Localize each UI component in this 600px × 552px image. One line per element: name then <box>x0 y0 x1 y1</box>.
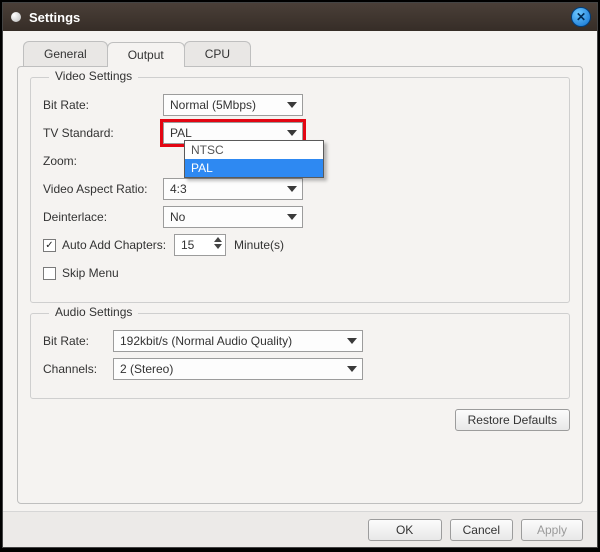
ok-button[interactable]: OK <box>368 519 442 541</box>
label-zoom: Zoom: <box>43 154 163 168</box>
row-bitrate: Bit Rate: Normal (5Mbps) <box>43 94 557 116</box>
spinner-value: 15 <box>181 238 194 252</box>
label-audio-bitrate: Bit Rate: <box>43 334 113 348</box>
tab-bar: General Output CPU <box>23 41 583 66</box>
tab-general[interactable]: General <box>23 41 108 66</box>
label-channels: Channels: <box>43 362 113 376</box>
chevron-down-icon <box>287 214 297 220</box>
select-deinterlace[interactable]: No <box>163 206 303 228</box>
select-tvstd-value: PAL <box>170 126 192 140</box>
select-audio-bitrate[interactable]: 192kbit/s (Normal Audio Quality) <box>113 330 363 352</box>
dialog-footer: OK Cancel Apply <box>3 511 597 547</box>
chevron-down-icon <box>347 338 357 344</box>
select-aspect[interactable]: 4:3 <box>163 178 303 200</box>
select-aspect-value: 4:3 <box>170 182 187 196</box>
label-tvstd: TV Standard: <box>43 126 163 140</box>
row-autochapters: ✓ Auto Add Chapters: 15 Minute(s) <box>43 234 557 256</box>
apply-button[interactable]: Apply <box>521 519 583 541</box>
label-skipmenu: Skip Menu <box>62 266 119 280</box>
close-icon: ✕ <box>576 10 586 24</box>
select-audio-bitrate-value: 192kbit/s (Normal Audio Quality) <box>120 334 292 348</box>
checkbox-auto-chapters[interactable]: ✓ <box>43 239 56 252</box>
row-deinterlace: Deinterlace: No <box>43 206 557 228</box>
restore-defaults-button[interactable]: Restore Defaults <box>455 409 570 431</box>
chevron-down-icon <box>347 366 357 372</box>
row-aspect: Video Aspect Ratio: 4:3 <box>43 178 557 200</box>
label-minutes: Minute(s) <box>234 238 284 252</box>
chevron-up-icon <box>214 237 222 242</box>
tab-output[interactable]: Output <box>107 42 185 67</box>
select-deinterlace-value: No <box>170 210 185 224</box>
titlebar: Settings ✕ <box>3 3 597 31</box>
audio-settings-group: Audio Settings Bit Rate: 192kbit/s (Norm… <box>30 313 570 399</box>
restore-defaults-row: Restore Defaults <box>30 409 570 431</box>
app-icon <box>11 12 21 22</box>
tab-cpu[interactable]: CPU <box>184 41 251 66</box>
video-settings-group: Video Settings Bit Rate: Normal (5Mbps) … <box>30 77 570 303</box>
window-title: Settings <box>29 10 571 25</box>
label-bitrate: Bit Rate: <box>43 98 163 112</box>
chevron-down-icon <box>287 130 297 136</box>
select-channels-value: 2 (Stereo) <box>120 362 173 376</box>
content-area: General Output CPU Video Settings Bit Ra… <box>3 31 597 511</box>
select-bitrate-value: Normal (5Mbps) <box>170 98 256 112</box>
chevron-down-icon <box>214 244 222 249</box>
cancel-button[interactable]: Cancel <box>450 519 513 541</box>
checkbox-skip-menu[interactable] <box>43 267 56 280</box>
chevron-down-icon <box>287 102 297 108</box>
settings-window: Settings ✕ General Output CPU Video Sett… <box>2 2 598 548</box>
spinner-chapters-interval[interactable]: 15 <box>174 234 226 256</box>
row-skipmenu: Skip Menu <box>43 262 557 284</box>
output-panel: Video Settings Bit Rate: Normal (5Mbps) … <box>17 66 583 504</box>
audio-settings-legend: Audio Settings <box>49 305 138 319</box>
dropdown-option-pal[interactable]: PAL <box>185 159 323 177</box>
video-settings-legend: Video Settings <box>49 69 138 83</box>
row-audio-bitrate: Bit Rate: 192kbit/s (Normal Audio Qualit… <box>43 330 557 352</box>
close-button[interactable]: ✕ <box>571 7 591 27</box>
label-aspect: Video Aspect Ratio: <box>43 182 163 196</box>
tv-standard-dropdown: NTSC PAL <box>184 140 324 178</box>
row-channels: Channels: 2 (Stereo) <box>43 358 557 380</box>
chevron-down-icon <box>287 186 297 192</box>
label-autochapters: Auto Add Chapters: <box>62 238 174 252</box>
spinner-arrows[interactable] <box>214 237 222 249</box>
select-channels[interactable]: 2 (Stereo) <box>113 358 363 380</box>
select-bitrate[interactable]: Normal (5Mbps) <box>163 94 303 116</box>
dropdown-option-ntsc[interactable]: NTSC <box>185 141 323 159</box>
label-deinterlace: Deinterlace: <box>43 210 163 224</box>
